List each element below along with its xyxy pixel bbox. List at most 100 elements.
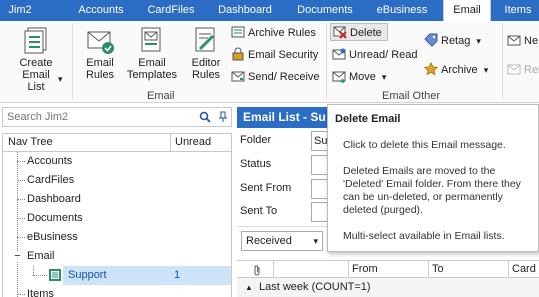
archive-rules-label: Archive Rules [248,27,316,39]
lock-icon [232,47,244,61]
chevron-down-icon: ▾ [483,65,489,75]
collapse-icon[interactable]: − [12,251,23,262]
editor-rules-label: Editor Rules [191,57,221,81]
nav-item-support[interactable]: Support [68,266,107,285]
column-divider [428,261,429,279]
column-divider [508,261,509,279]
create-email-list-label: Create Email List [19,57,53,93]
nav-item-ebusiness[interactable]: eBusiness [27,228,78,247]
search-input[interactable] [3,108,183,126]
chevron-down-icon: ▾ [313,236,318,246]
nav-item-accounts[interactable]: Accounts [27,152,72,171]
status-label: Status [240,158,272,170]
tab-documents[interactable]: Documents [290,0,360,21]
tree-connector [33,275,47,276]
release-button[interactable]: Rel [507,61,539,79]
tooltip-title: Delete Email [335,113,401,125]
pin-icon[interactable] [217,111,229,123]
column-to[interactable]: To [432,263,444,275]
expand-icon[interactable]: ▲ [245,278,253,297]
group-row-label: Last week (COUNT=1) [259,281,371,293]
ribbon-divider [502,23,503,99]
unread-read-icon [332,48,346,60]
delete-label: Delete [350,27,382,39]
nav-item-cardfiles[interactable]: CardFiles [27,171,74,190]
nav-item-items[interactable]: Items [27,285,54,297]
folder-label: Folder [240,134,272,146]
chevron-down-icon: ▾ [381,72,387,82]
send-receive-button[interactable]: Send/ Receive [231,68,320,86]
delete-button[interactable]: Delete [330,23,388,41]
ribbon: Create Email List ▾ Email Rules Email Te… [0,21,539,103]
tab-email[interactable]: Email [443,0,491,21]
group-label-email: Email [147,90,175,102]
nav-tree-column-unread[interactable]: Unread [175,136,211,148]
email-list-icon [49,269,61,281]
new-button[interactable]: Ne [507,32,538,50]
email-security-button[interactable]: Email Security [231,46,318,64]
sort-dropdown[interactable]: Received ▾ [241,231,323,251]
column-card[interactable]: Card [512,263,536,275]
delete-email-icon [333,26,347,39]
group-row-last-week[interactable]: ▲ Last week (COUNT=1) [237,278,539,297]
ribbon-divider [326,23,327,99]
column-from[interactable]: From [352,263,378,275]
tag-icon [424,33,438,47]
unread-read-label: Unread/ Read [349,49,418,61]
release-label: Rel [524,64,539,76]
tab-jim2[interactable]: Jim2 [0,0,40,21]
tree-connector [17,294,25,295]
ribbon-divider [72,23,73,99]
tree-connector [33,266,34,275]
nav-item-documents[interactable]: Documents [27,209,83,228]
archive-button[interactable]: Archive ▾ [424,61,488,79]
email-templates-button[interactable]: Email Templates [124,25,180,81]
tree-connector [17,152,18,297]
tab-cardfiles[interactable]: CardFiles [140,0,202,21]
tab-ebusiness[interactable]: eBusiness [370,0,434,21]
search-icon[interactable] [199,111,211,123]
tooltip-line-2: Deleted Emails are moved to the 'Deleted… [343,165,521,216]
create-email-list-button[interactable]: Create Email List ▾ [6,25,66,93]
ribbon-tab-bar: Jim2 Accounts CardFiles Dashboard Docume… [0,0,539,21]
tree-connector [17,199,25,200]
email-security-label: Email Security [248,49,319,61]
tree-connector [17,218,25,219]
tooltip-line-1: Click to delete this Email message. [343,139,506,151]
tab-items[interactable]: Items [497,0,539,21]
retag-button[interactable]: Retag ▾ [424,32,481,50]
tooltip-line-3: Multi-select available in Email lists. [343,230,505,242]
email-rules-icon [87,31,114,54]
sent-to-label: Sent To [240,205,278,217]
send-receive-label: Send/ Receive [248,71,320,83]
paperclip-icon[interactable] [253,264,263,276]
chevron-down-icon: ▾ [476,36,481,46]
nav-item-email[interactable]: Email [27,247,55,266]
chevron-down-icon: ▾ [58,74,63,84]
tab-accounts[interactable]: Accounts [66,0,136,21]
column-divider [348,261,349,279]
unread-read-button[interactable]: Unread/ Read [332,46,418,64]
nav-tree-header: Nav Tree Unread [2,133,232,152]
column-divider [170,134,171,151]
editor-rules-icon [195,27,215,52]
release-icon [507,64,521,75]
email-rules-button[interactable]: Email Rules [78,25,122,81]
archive-rules-icon [231,26,245,38]
move-icon [332,71,346,83]
send-receive-icon [231,71,245,82]
nav-search [2,107,232,127]
sent-from-label: Sent From [240,182,292,194]
nav-item-dashboard[interactable]: Dashboard [27,190,81,209]
archive-rules-button[interactable]: Archive Rules [231,24,316,42]
tree-connector [17,161,25,162]
new-label: Ne [524,35,539,47]
group-label-email-other: Email Other [382,90,441,102]
archive-label: Archive [441,64,478,76]
move-button[interactable]: Move ▾ [332,68,386,86]
unread-count: 1 [174,269,181,281]
email-templates-label: Email Templates [126,57,178,81]
tab-dashboard[interactable]: Dashboard [212,0,278,21]
nav-tree-column-name[interactable]: Nav Tree [8,136,53,148]
editor-rules-button[interactable]: Editor Rules [184,25,228,81]
